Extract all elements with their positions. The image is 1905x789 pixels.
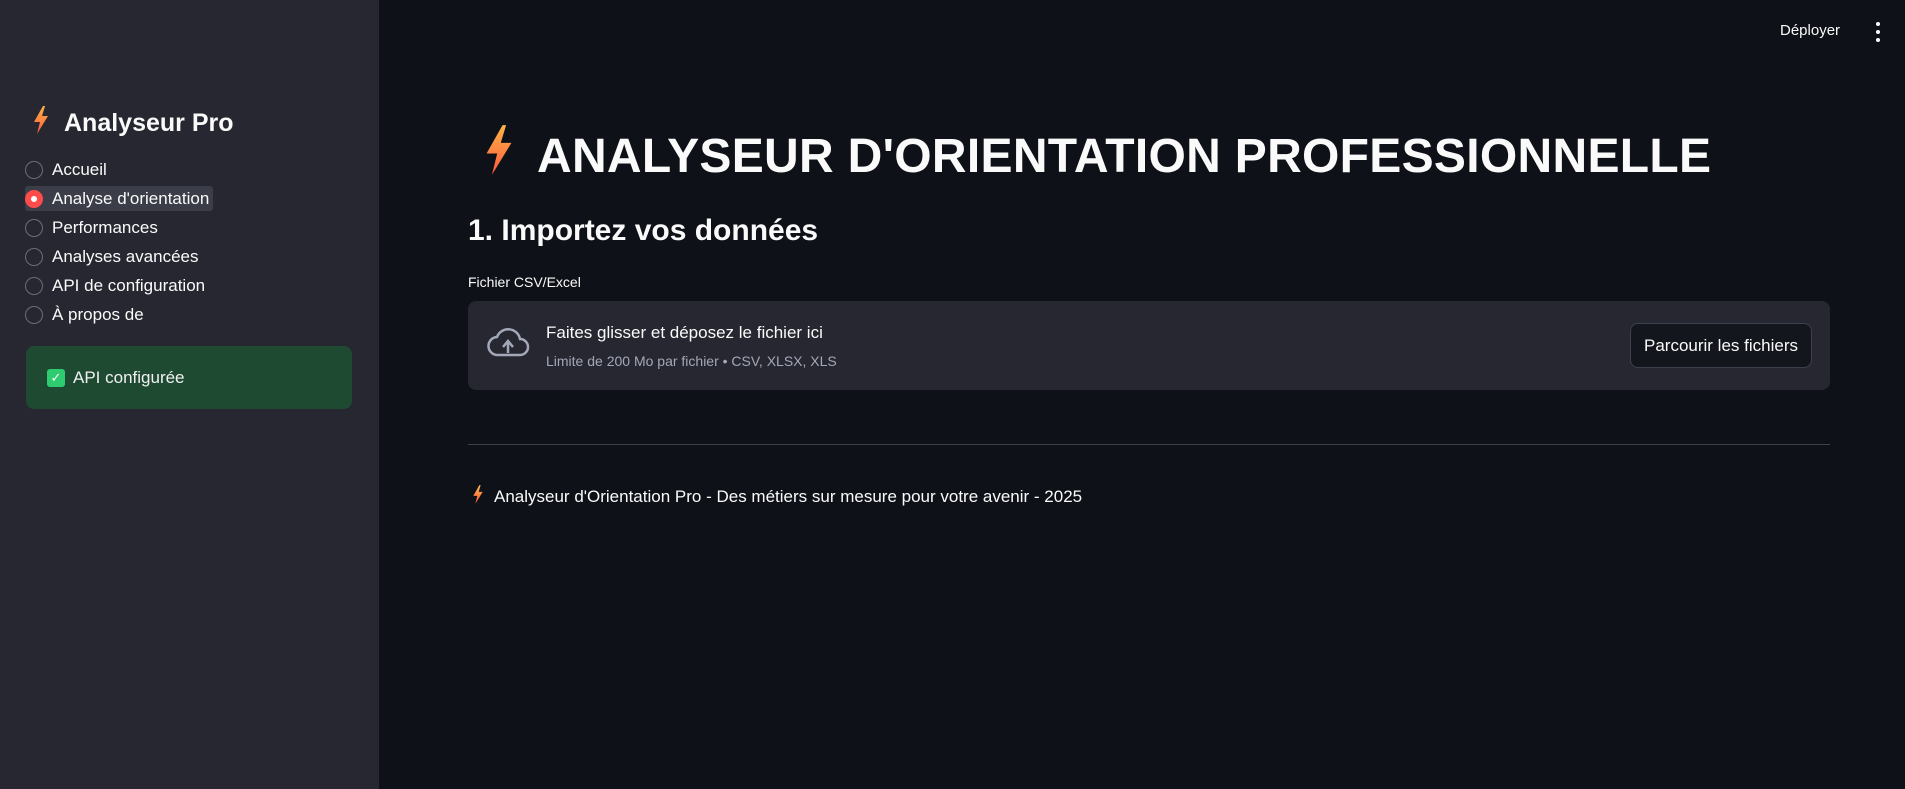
radio-button-icon[interactable]	[25, 305, 43, 324]
nav-radio-group: Accueil Analyse d'orientation Performanc…	[25, 157, 214, 331]
radio-button-selected-icon[interactable]	[25, 189, 43, 208]
file-dropzone[interactable]: Faites glisser et déposez le fichier ici…	[468, 301, 1830, 390]
nav-item-analyses-avancees[interactable]: Analyses avancées	[25, 244, 213, 269]
checkbox-checked-icon: ✓	[47, 368, 65, 387]
nav-item-label: À propos de	[52, 304, 144, 324]
lightning-bolt-icon	[32, 106, 50, 141]
dropzone-limit: Limite de 200 Mo par fichier • CSV, XLSX…	[546, 353, 837, 369]
nav-item-label: Analyse d'orientation	[52, 188, 210, 208]
page-title-text: ANALYSEUR D'ORIENTATION PROFESSIONNELLE	[537, 129, 1712, 183]
nav-item-accueil[interactable]: Accueil	[25, 157, 213, 182]
radio-button-icon[interactable]	[25, 218, 43, 237]
app-root: Analyseur Pro Accueil Analyse d'orientat…	[0, 0, 1905, 789]
sidebar-title-text: Analyseur Pro	[64, 109, 234, 137]
more-vertical-icon[interactable]	[1872, 22, 1884, 42]
dropzone-instruction: Faites glisser et déposez le fichier ici	[546, 323, 823, 342]
browse-files-button[interactable]: Parcourir les fichiers	[1630, 323, 1812, 368]
cloud-upload-icon	[486, 325, 530, 366]
divider	[468, 444, 1830, 445]
radio-button-icon[interactable]	[25, 160, 43, 179]
footer: Analyseur d'Orientation Pro - Des métier…	[472, 485, 1082, 509]
nav-item-analyse-orientation[interactable]: Analyse d'orientation	[25, 186, 214, 211]
page-title: ANALYSEUR D'ORIENTATION PROFESSIONNELLE	[483, 125, 1711, 187]
api-status-text: API configurée	[73, 367, 185, 387]
deploy-button[interactable]: Déployer	[1780, 22, 1840, 39]
nav-item-performances[interactable]: Performances	[25, 215, 213, 240]
nav-item-api-configuration[interactable]: API de configuration	[25, 273, 213, 298]
lightning-bolt-icon	[483, 125, 515, 187]
sidebar: Analyseur Pro Accueil Analyse d'orientat…	[0, 0, 379, 789]
api-status-box: ✓ API configurée	[26, 346, 352, 409]
nav-item-label: Analyses avancées	[52, 246, 199, 266]
lightning-bolt-icon	[472, 485, 484, 509]
radio-button-icon[interactable]	[25, 247, 43, 266]
nav-item-a-propos[interactable]: À propos de	[25, 302, 213, 327]
radio-button-icon[interactable]	[25, 276, 43, 295]
sidebar-title: Analyseur Pro	[32, 106, 234, 141]
nav-item-label: API de configuration	[52, 275, 206, 295]
file-uploader-label: Fichier CSV/Excel	[468, 274, 581, 290]
nav-item-label: Accueil	[52, 159, 107, 179]
nav-item-label: Performances	[52, 217, 158, 237]
footer-text: Analyseur d'Orientation Pro - Des métier…	[494, 487, 1083, 506]
section-heading: 1. Importez vos données	[468, 214, 819, 247]
